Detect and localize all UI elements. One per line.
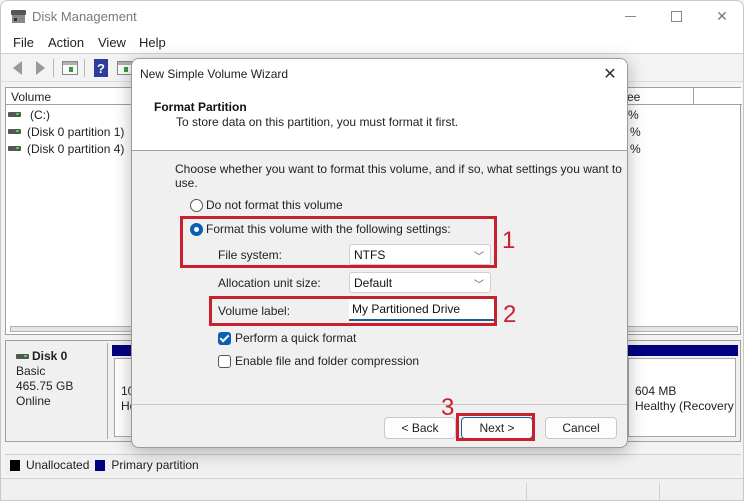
close-icon: ✕	[716, 8, 728, 24]
column-header-blank[interactable]	[694, 88, 742, 105]
radio-do-not-format[interactable]: Do not format this volume	[190, 198, 343, 212]
quick-format-checkbox[interactable]: Perform a quick format	[218, 331, 356, 345]
radio-unchecked-icon	[190, 198, 203, 212]
partition-block-recovery[interactable]: 604 MB Healthy (Recovery	[626, 345, 738, 439]
disk-status: Online	[16, 394, 51, 408]
partition-status: Healthy (Recovery	[635, 399, 734, 413]
window-title: Disk Management	[32, 9, 137, 24]
drive-icon	[8, 146, 21, 151]
allocation-unit-size-select[interactable]: Default ﹀	[349, 272, 491, 293]
forward-button[interactable]	[30, 59, 50, 77]
disk-management-icon	[11, 10, 26, 23]
toolbar-separator	[84, 59, 85, 77]
minimize-icon	[624, 16, 636, 17]
back-button[interactable]	[7, 59, 27, 77]
drive-icon	[8, 129, 21, 134]
wizard-intro: Choose whether you want to format this v…	[175, 162, 622, 190]
menu-help[interactable]: Help	[139, 35, 166, 50]
toolbar-separator	[53, 59, 54, 77]
maximize-button[interactable]	[653, 1, 699, 32]
volume-name: (Disk 0 partition 1)	[27, 124, 125, 139]
column-header-volume[interactable]: Volume	[6, 88, 136, 105]
wizard-title-bar: New Simple Volume Wizard ✕	[132, 59, 627, 89]
help-button[interactable]: ?	[91, 59, 111, 77]
disk-type: Basic	[16, 364, 46, 378]
cancel-button[interactable]: Cancel	[545, 417, 617, 439]
volume-row[interactable]: (Disk 0 partition 4)	[8, 140, 124, 157]
wizard-close-button[interactable]: ✕	[599, 63, 621, 85]
disk-size: 465.75 GB	[16, 379, 74, 393]
menu-action[interactable]: Action	[48, 35, 84, 50]
wizard-header: Format Partition To store data on this p…	[132, 89, 627, 151]
compression-checkbox[interactable]: Enable file and folder compression	[218, 354, 419, 368]
annotation-number-2: 2	[503, 301, 517, 328]
drive-icon	[16, 354, 29, 359]
title-bar: Disk Management ✕	[1, 1, 743, 32]
close-icon: ✕	[603, 66, 617, 83]
wizard-title: New Simple Volume Wizard	[140, 67, 289, 81]
legend: Unallocated Primary partition	[5, 454, 741, 475]
volume-name: (Disk 0 partition 4)	[27, 141, 125, 156]
primary-partition-swatch	[95, 459, 106, 471]
disk-info[interactable]: Disk 0 Basic 465.75 GB Online	[8, 343, 108, 439]
minimize-button[interactable]	[607, 1, 653, 32]
annotation-number-3: 3	[441, 394, 455, 421]
drive-icon	[8, 112, 21, 117]
menu-file[interactable]: File	[13, 35, 34, 50]
status-separator	[659, 483, 660, 500]
partition-size: 604 MB	[635, 384, 677, 398]
status-bar	[1, 478, 743, 500]
legend-label-unallocated: Unallocated	[26, 458, 90, 472]
annotation-box-3	[456, 413, 535, 441]
forward-arrow-icon	[35, 61, 45, 75]
help-icon: ?	[94, 59, 108, 77]
checkbox-checked-icon	[218, 331, 231, 345]
show-hide-console-tree-button[interactable]	[60, 59, 80, 77]
annotation-box-2	[209, 296, 497, 326]
disk-name: Disk 0	[16, 349, 99, 364]
annotation-number-1: 1	[502, 227, 516, 254]
menu-view[interactable]: View	[98, 35, 126, 50]
menu-bar: File Action View Help	[1, 32, 743, 54]
checkbox-unchecked-icon	[218, 354, 231, 368]
wizard-footer-divider	[132, 404, 627, 405]
maximize-icon	[670, 11, 682, 22]
legend-label-primary: Primary partition	[111, 458, 199, 472]
partition-color-bar	[626, 345, 738, 356]
wizard-heading: Format Partition	[154, 100, 247, 114]
chevron-down-icon: ﹀	[474, 280, 484, 291]
wizard-subheading: To store data on this partition, you mus…	[176, 115, 459, 129]
volume-free-pct: %	[628, 108, 639, 122]
allocation-unit-size-label: Allocation unit size:	[218, 276, 321, 290]
status-separator	[526, 483, 527, 500]
volume-row[interactable]: (Disk 0 partition 1)	[8, 123, 124, 140]
close-button[interactable]: ✕	[699, 1, 743, 32]
column-header-free[interactable]: ree	[618, 88, 694, 105]
unallocated-swatch	[10, 459, 20, 471]
console-tree-icon	[62, 61, 78, 75]
partition-body: 604 MB Healthy (Recovery	[628, 358, 736, 437]
back-arrow-icon	[12, 61, 22, 75]
volume-name: (C:)	[30, 107, 50, 122]
volume-free-pct: %	[630, 125, 641, 139]
volume-row[interactable]: (C:)	[8, 106, 50, 123]
volume-free-pct: %	[630, 142, 641, 156]
annotation-box-1	[180, 216, 497, 268]
